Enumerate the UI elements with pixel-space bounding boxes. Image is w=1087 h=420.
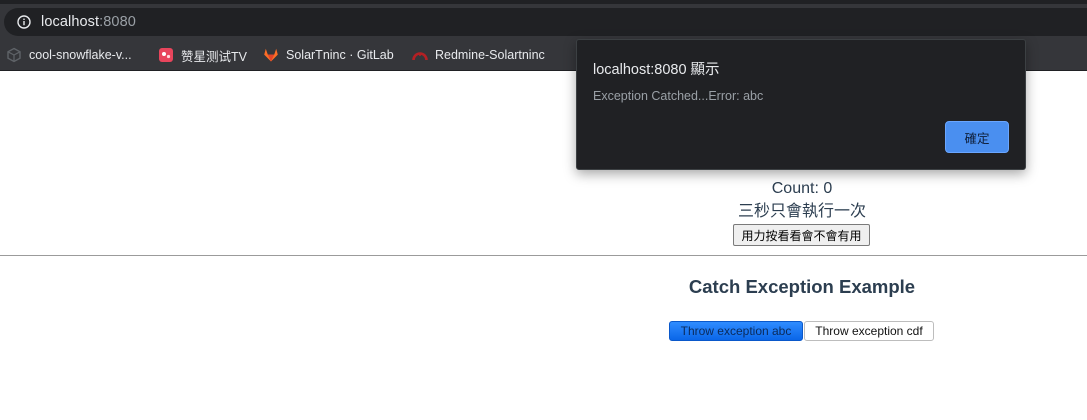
url-port: :8080 (99, 14, 136, 30)
throttle-note: 三秒只會執行一次 (737, 203, 866, 220)
alert-message: Exception Catched...Error: abc (593, 89, 764, 103)
alert-title: localhost:8080 顯示 (593, 62, 720, 78)
throw-exception-abc-button[interactable]: Throw exception abc (669, 321, 803, 341)
cube-icon (6, 47, 22, 63)
url-field[interactable]: localhost:8080 (4, 8, 1087, 36)
alert-ok-button[interactable]: 確定 (945, 121, 1009, 153)
url-host: localhost (41, 14, 100, 30)
bookmark-label: 赞星测试TV (181, 49, 247, 64)
bookmark-redmine[interactable]: Redmine-Solartninc (412, 40, 545, 70)
redmine-icon (412, 47, 428, 63)
bookmark-gitlab[interactable]: SolarTninc · GitLab (263, 40, 394, 70)
bookmark-label: cool-snowflake-v... (29, 48, 132, 62)
gitlab-icon (263, 47, 279, 63)
bookmark-zanxing-tv[interactable]: 赞星测试TV (158, 40, 247, 70)
url-text: localhost:8080 (41, 14, 136, 30)
bookmark-label: SolarTninc · GitLab (286, 48, 394, 62)
alert-dialog: localhost:8080 顯示 Exception Catched...Er… (576, 39, 1026, 170)
throw-exception-cdf-button[interactable]: Throw exception cdf (804, 321, 934, 341)
app-icon (158, 47, 174, 63)
bookmark-label: Redmine-Solartninc (435, 48, 545, 62)
bookmark-cool-snowflake[interactable]: cool-snowflake-v... (6, 40, 132, 70)
info-icon[interactable] (17, 15, 31, 29)
press-button[interactable]: 用力按看看會不會有用 (733, 224, 870, 246)
horizontal-divider (0, 255, 1087, 256)
count-display: Count: 0 (771, 180, 833, 197)
section-title: Catch Exception Example (688, 276, 916, 297)
browser-address-bar: localhost:8080 (0, 0, 1087, 40)
